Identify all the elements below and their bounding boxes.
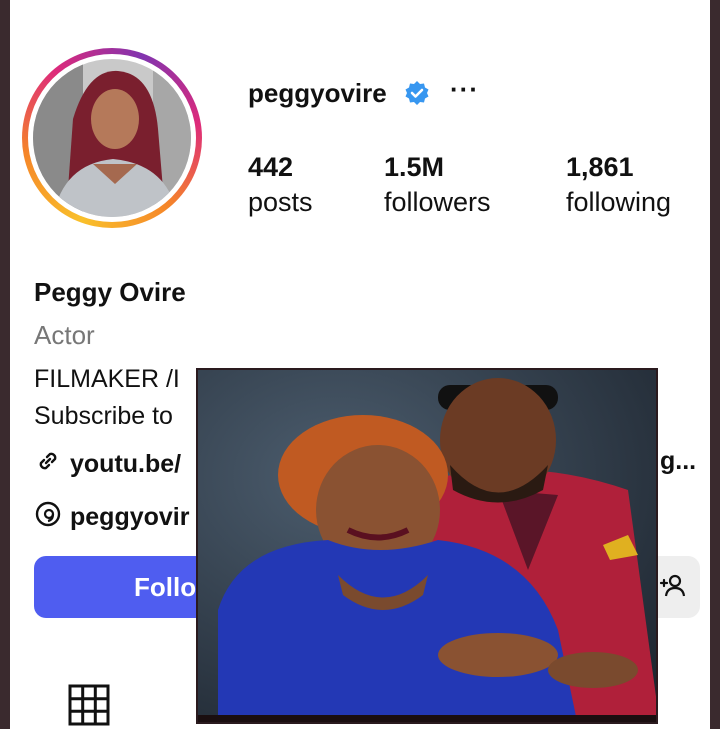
stat-followers[interactable]: 1.5M followers	[384, 152, 491, 218]
threads-handle: peggyovir	[70, 503, 190, 531]
bio-link-text: youtu.be/	[70, 450, 182, 478]
follow-button-label: Follo	[134, 571, 197, 602]
threads-link[interactable]: peggyovir	[34, 500, 189, 535]
username: peggyovire	[248, 78, 387, 108]
profile-page: peggyovire ··· 442 posts 1.5M followers …	[10, 0, 710, 729]
profile-avatar[interactable]	[33, 59, 191, 217]
posts-label: posts	[248, 187, 313, 217]
following-label: following	[566, 187, 672, 217]
bio-link[interactable]: youtu.be/	[34, 447, 181, 482]
display-name: Peggy Ovire	[34, 277, 186, 307]
stat-posts[interactable]: 442 posts	[248, 152, 313, 218]
stat-following[interactable]: 1,861 following	[566, 152, 671, 218]
following-count: 1,861	[566, 152, 634, 182]
more-icon[interactable]: ···	[450, 74, 479, 105]
posts-grid-tab[interactable]	[68, 684, 110, 729]
bio-line-1: FILMAKER /I	[34, 365, 180, 393]
add-person-icon	[657, 570, 687, 605]
story-ring[interactable]	[22, 48, 202, 228]
threads-icon	[34, 500, 62, 535]
category-label: Actor	[34, 320, 95, 350]
verified-badge-icon	[404, 80, 430, 111]
link-icon	[34, 447, 62, 482]
followers-count: 1.5M	[384, 152, 445, 182]
grid-icon	[68, 684, 110, 729]
bio-link-tail: g...	[660, 447, 697, 475]
couple-photo-overlay	[196, 368, 658, 724]
posts-count: 442	[248, 152, 294, 182]
followers-label: followers	[384, 187, 491, 217]
bio-line-2: Subscribe to	[34, 402, 173, 430]
